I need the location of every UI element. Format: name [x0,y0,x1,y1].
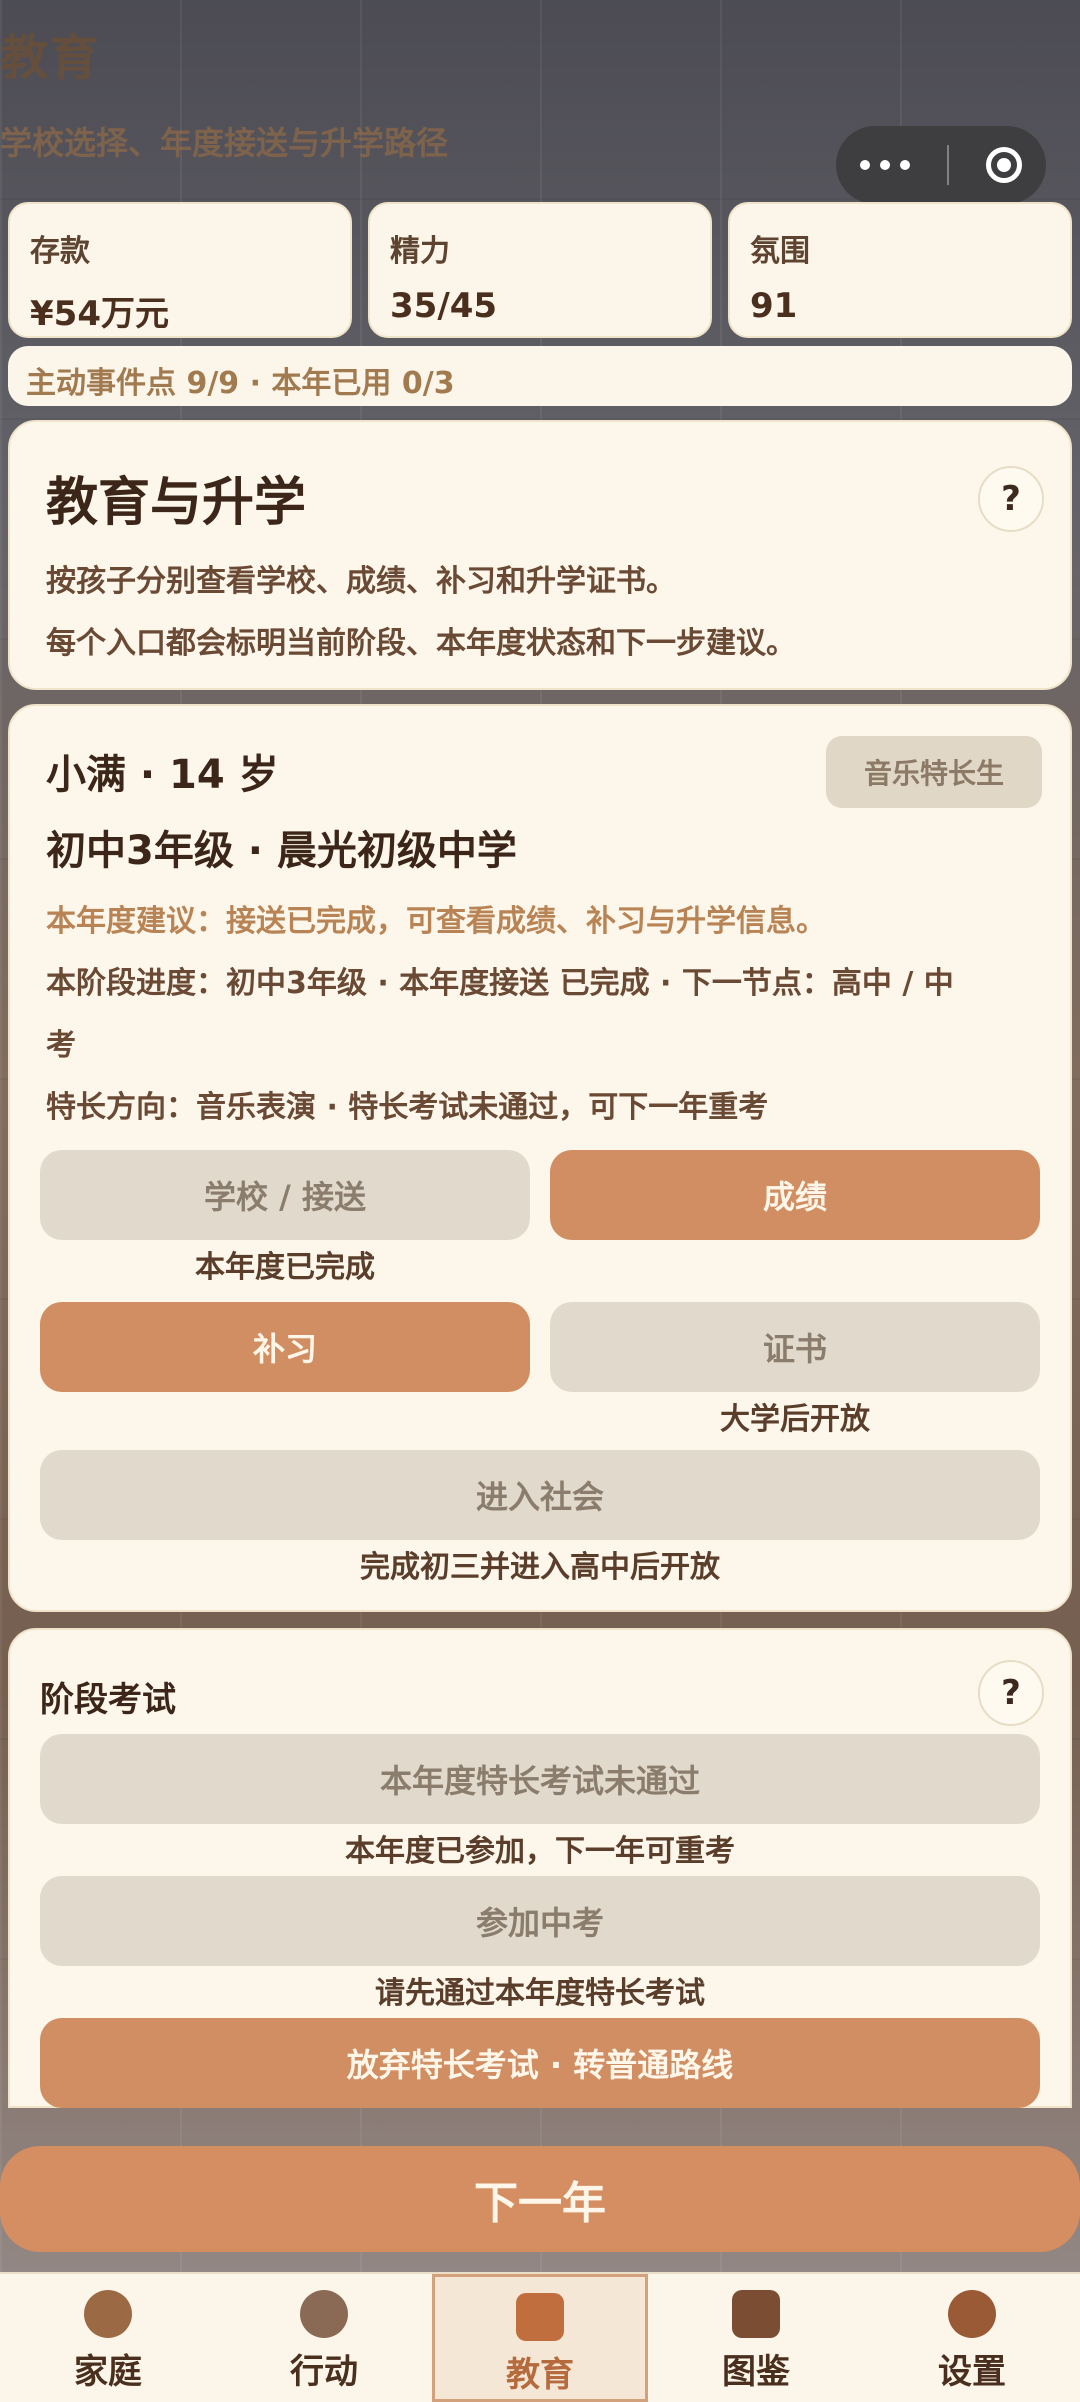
tab-label: 设置 [938,2352,1006,2392]
stat-label: 精力 [390,234,450,269]
tab-action[interactable]: 行动 [216,2274,432,2402]
next-year-button[interactable]: 下一年 [0,2146,1080,2252]
tab-label: 图鉴 [722,2352,790,2392]
intro-line-1: 按孩子分别查看学校、成绩、补习和升学证书。 [46,564,676,599]
school-pickup-button[interactable]: 学校 / 接送 [40,1150,530,1240]
stat-energy: 精力 35/45 [368,202,712,338]
specialty-exam-note: 本年度已参加，下一年可重考 [345,1834,735,1869]
take-zhongkao-button[interactable]: 参加中考 [40,1876,1040,1966]
intro-title: 教育与升学 [46,473,307,533]
home-icon [84,2290,132,2338]
certificate-note: 大学后开放 [720,1402,870,1437]
event-points-bar: 主动事件点 9/9 · 本年已用 0/3 [8,346,1072,406]
child-advice: 本年度建议：接送已完成，可查看成绩、补习与升学信息。 [46,904,826,939]
miniapp-capsule [836,126,1046,204]
album-icon [732,2290,780,2338]
tab-label: 行动 [290,2352,358,2392]
exam-title: 阶段考试 [40,1680,176,1720]
page-title: 教育 [0,30,101,86]
stat-value: ¥54万元 [30,294,169,334]
certificate-button[interactable]: 证书 [550,1302,1040,1392]
tab-album[interactable]: 图鉴 [648,2274,864,2402]
page-subtitle: 学校选择、年度接送与升学路径 [0,124,449,162]
stat-label: 氛围 [750,234,810,269]
specialty-tag: 音乐特长生 [826,736,1042,808]
settings-icon [948,2290,996,2338]
specialty-exam-status-button[interactable]: 本年度特长考试未通过 [40,1734,1040,1824]
more-icon[interactable] [860,160,910,170]
society-note: 完成初三并进入高中后开放 [360,1550,720,1585]
child-specialty: 特长方向：音乐表演 · 特长考试未通过，可下一年重考 [46,1090,769,1125]
tab-education[interactable]: 教育 [432,2274,648,2402]
child-stage-school: 初中3年级 · 晨光初级中学 [46,828,517,874]
help-button[interactable]: ? [978,466,1044,532]
child-progress-line-1: 本阶段进度：初中3年级 · 本年度接送 已完成 · 下一节点：高中 / 中 [46,966,954,1001]
enter-society-button[interactable]: 进入社会 [40,1450,1040,1540]
action-icon [300,2290,348,2338]
tab-family[interactable]: 家庭 [0,2274,216,2402]
exam-help-button[interactable]: ? [978,1660,1044,1726]
tab-settings[interactable]: 设置 [864,2274,1080,2402]
intro-line-2: 每个入口都会标明当前阶段、本年度状态和下一步建议。 [46,626,796,661]
school-note: 本年度已完成 [195,1250,375,1285]
tab-label: 家庭 [74,2352,142,2392]
bottom-tab-bar: 家庭 行动 教育 图鉴 设置 [0,2272,1080,2402]
stat-savings: 存款 ¥54万元 [8,202,352,338]
zhongkao-note: 请先通过本年度特长考试 [375,1976,705,2011]
book-icon [516,2293,564,2341]
intro-card: 教育与升学 ? 按孩子分别查看学校、成绩、补习和升学证书。 每个入口都会标明当前… [8,420,1072,690]
abandon-specialty-button[interactable]: 放弃特长考试 · 转普通路线 [40,2018,1040,2108]
tab-label: 教育 [506,2355,574,2395]
stat-value: 35/45 [390,286,498,326]
stat-label: 存款 [30,234,90,269]
app-root: 教育 学校选择、年度接送与升学路径 存款 ¥54万元 精力 35/45 氛围 9… [0,0,1080,2402]
close-target-icon[interactable] [986,147,1022,183]
capsule-divider [947,145,949,185]
child-name-age: 小满 · 14 岁 [46,752,279,798]
stat-atmosphere: 氛围 91 [728,202,1072,338]
stat-value: 91 [750,286,798,326]
child-progress-line-2: 考 [46,1028,76,1063]
tutoring-button[interactable]: 补习 [40,1302,530,1392]
grades-button[interactable]: 成绩 [550,1150,1040,1240]
